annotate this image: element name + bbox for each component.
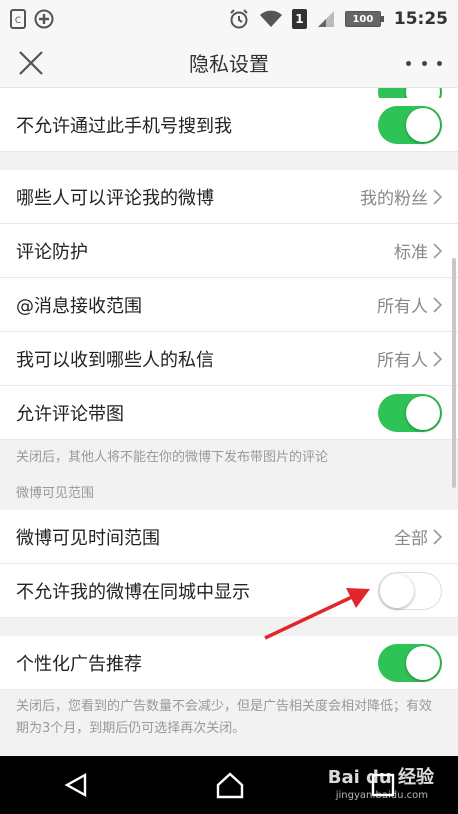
ads-toggle[interactable] [378, 643, 442, 682]
setting-label: 哪些人可以评论我的微博 [16, 187, 214, 209]
setting-value: 所有人 [377, 351, 428, 371]
back-icon[interactable] [63, 772, 89, 798]
setting-label: 不允许通过此手机号搜到我 [16, 115, 232, 137]
chevron-right-icon [433, 296, 442, 313]
chevron-right-icon [433, 350, 442, 367]
setting-row-city-hide[interactable]: 不允许我的微博在同城中显示 [0, 564, 458, 618]
nav-bar: 隐私设置 [0, 38, 458, 88]
comment-image-hint: 关闭后，其他人将不能在你的微博下发布带图片的评论 [16, 450, 329, 465]
setting-value: 我的粉丝 [360, 189, 428, 209]
setting-row-ads[interactable]: 个性化广告推荐 [0, 636, 458, 690]
setting-label: 允许评论带图 [16, 403, 124, 425]
home-icon[interactable] [215, 771, 245, 799]
phone-search-toggle[interactable] [378, 105, 442, 144]
setting-label: 我可以收到哪些人的私信 [16, 349, 214, 371]
clock-time: 15:25 [393, 9, 448, 29]
setting-value: 所有人 [377, 297, 428, 317]
settings-list[interactable]: 不允许通过此手机号搜到我 哪些人可以评论我的微博 我的粉丝 评论防护 标准 @消… [0, 88, 458, 756]
setting-row-comment-who[interactable]: 哪些人可以评论我的微博 我的粉丝 [0, 170, 458, 224]
wifi-icon [259, 10, 282, 27]
comment-image-toggle[interactable] [378, 393, 442, 432]
setting-row-visible-time[interactable]: 微博可见时间范围 全部 [0, 510, 458, 564]
toggle-knob [406, 395, 440, 430]
page-title: 隐私设置 [189, 52, 269, 76]
setting-row-mention-scope[interactable]: @消息接收范围 所有人 [0, 278, 458, 332]
city-hide-toggle[interactable] [378, 571, 442, 610]
setting-label: 不允许我的微博在同城中显示 [16, 581, 250, 603]
chevron-right-icon [433, 188, 442, 205]
setting-row-dm-scope[interactable]: 我可以收到哪些人的私信 所有人 [0, 332, 458, 386]
battery-icon: 100 [344, 11, 384, 27]
svg-text:C: C [15, 16, 21, 26]
more-icon[interactable] [406, 48, 442, 78]
sim-slot-badge: 1 [291, 9, 307, 29]
setting-label: @消息接收范围 [16, 295, 142, 317]
scrollbar[interactable] [452, 258, 456, 488]
toggle-knob [406, 107, 440, 142]
setting-label: 评论防护 [16, 241, 88, 263]
setting-row-phone-search[interactable]: 不允许通过此手机号搜到我 [0, 98, 458, 152]
toggle-knob [406, 645, 440, 680]
alarm-icon [230, 9, 248, 29]
sim-card-icon: C [10, 9, 26, 29]
setting-row-comment-protect[interactable]: 评论防护 标准 [0, 224, 458, 278]
watermark-logo: Bai du 经验 [327, 767, 434, 788]
setting-value: 全部 [394, 529, 428, 549]
setting-label: 个性化广告推荐 [16, 653, 142, 675]
signal-icon [317, 11, 334, 27]
chevron-right-icon [433, 242, 442, 259]
ads-hint: 关闭后，您看到的广告数量不会减少，但是广告相关度会相对降低；有效期为3个月，到期… [16, 699, 433, 736]
section-header: 微博可见范围 [16, 486, 95, 501]
chevron-right-icon [433, 528, 442, 545]
setting-value: 标准 [394, 243, 428, 263]
toggle-knob [380, 573, 414, 608]
setting-label: 微博可见时间范围 [16, 527, 160, 549]
close-icon[interactable] [16, 48, 46, 78]
watermark-url: jingyan.baidu.com [335, 790, 428, 801]
status-bar: C 1 100 15:25 [0, 0, 458, 38]
setting-row-comment-image[interactable]: 允许评论带图 [0, 386, 458, 440]
add-circle-icon [34, 9, 54, 29]
